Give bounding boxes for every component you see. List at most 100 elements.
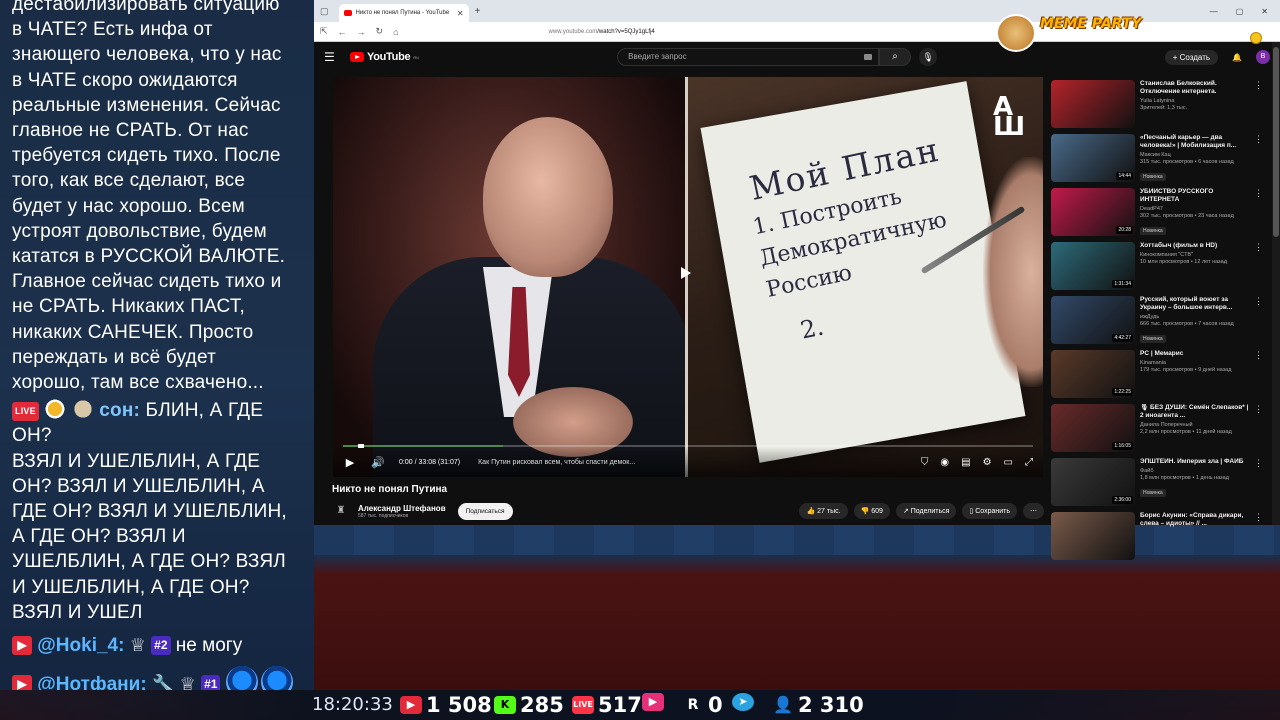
recommendation-thumbnail[interactable]: 1:22:25 (1051, 350, 1135, 398)
chat-username[interactable]: сон: (99, 400, 140, 421)
recommendation-item[interactable]: 2:36:00 ЭПШТЕЙН. Империя зла | ФАЙБ Файб… (1051, 458, 1266, 511)
recommendation-channel[interactable]: Данила Поперечный (1140, 422, 1250, 428)
recommendation-title[interactable]: Хоттабыч (фильм в HD) (1140, 242, 1250, 250)
recommendation-title[interactable]: Русский, который воюет за Украину – боль… (1140, 296, 1250, 312)
recommendation-thumbnail[interactable]: 14:44 (1051, 134, 1135, 182)
recommendation-item[interactable]: 1:22:25 PC | Мемарис Kinamania 179 тыс. … (1051, 350, 1266, 403)
recommendation-channel[interactable]: Кинокомпания "СТВ" (1140, 252, 1250, 258)
shield-icon[interactable]: ⛉ (921, 457, 929, 468)
like-button[interactable]: 👍 27 тыс. (799, 503, 848, 519)
recommendation-thumbnail[interactable] (1051, 512, 1135, 560)
recommendation-item[interactable]: Борис Акунин: «Справа дикари, слева – ид… (1051, 512, 1266, 565)
recommendation-info: Борис Акунин: «Справа дикари, слева – ид… (1140, 512, 1250, 565)
new-badge: Новинка (1140, 335, 1166, 343)
recommendation-title[interactable]: «Песчаный карьер — два человека!» | Моби… (1140, 134, 1250, 150)
recommendation-channel[interactable]: Файб (1140, 468, 1250, 474)
more-vert-icon[interactable]: ⋮ (1254, 296, 1263, 349)
recommendation-item[interactable]: 14:44 «Песчаный карьер — два человека!» … (1051, 134, 1266, 187)
recommendation-thumbnail[interactable] (1051, 80, 1135, 128)
more-vert-icon[interactable]: ⋮ (1254, 80, 1263, 133)
more-vert-icon[interactable]: ⋮ (1254, 458, 1263, 511)
chat-line: ВЗЯЛ И УШЕЛ (12, 601, 143, 623)
channel-avatar-icon[interactable]: ♜ (332, 502, 350, 520)
subscribe-button[interactable]: Подписаться (457, 502, 513, 520)
back-icon[interactable]: ← (338, 27, 347, 37)
sidebar-toggle-icon[interactable]: ⇱ (320, 26, 328, 37)
recommendation-channel[interactable]: ижДудь (1140, 314, 1250, 320)
volume-icon[interactable]: 🔊 (371, 456, 385, 469)
emote-icon (260, 666, 293, 690)
fullscreen-icon[interactable]: ⤢ (1025, 457, 1033, 468)
recommendation-meta: 2,2 млн просмотров • 11 дней назад (1140, 429, 1232, 435)
recommendation-item[interactable]: 1:16:05 🎙 БЕЗ ДУШИ: Семён Слепаков* | 2 … (1051, 404, 1266, 457)
recommendation-thumbnail[interactable]: 1:16:05 (1051, 404, 1135, 452)
center-play-icon[interactable] (681, 267, 691, 279)
recommendation-thumbnail[interactable]: 4:42:27 (1051, 296, 1135, 344)
recommendation-item[interactable]: 1:31:34 Хоттабыч (фильм в HD) Кинокомпан… (1051, 242, 1266, 295)
play-icon[interactable]: ▶ (343, 456, 357, 469)
recommendation-info: PC | Мемарис Kinamania 179 тыс. просмотр… (1140, 350, 1250, 403)
scrollbar-thumb[interactable] (1273, 47, 1279, 237)
recommendation-title[interactable]: 🎙 БЕЗ ДУШИ: Семён Слепаков* | 2 иноагент… (1140, 404, 1250, 420)
channel-watermark: А Ш (993, 92, 1026, 142)
channel-name[interactable]: Александр Штефанов (358, 504, 446, 513)
reload-icon[interactable]: ↻ (376, 26, 384, 37)
notifications-icon[interactable]: 🔔 (1232, 53, 1242, 62)
more-vert-icon[interactable]: ⋮ (1254, 512, 1263, 565)
recommendation-info: Хоттабыч (фильм в HD) Кинокомпания "СТВ"… (1140, 242, 1250, 295)
chat-line: А ГДЕ ОН? ВЗЯЛ И (12, 526, 186, 548)
wrench-icon: 🔧 (151, 674, 175, 690)
miniplayer-icon[interactable]: ▭ (1004, 457, 1013, 468)
recommendation-channel[interactable]: DeadP47 (1140, 206, 1250, 212)
subtitles-icon[interactable]: ▤ (961, 457, 970, 468)
home-icon[interactable]: ⌂ (393, 27, 398, 37)
recommendation-channel[interactable]: Yulia Latynina (1140, 98, 1250, 104)
browser-tab[interactable]: Никто не понял Путина - YouTube ✕ (338, 4, 469, 22)
more-vert-icon[interactable]: ⋮ (1254, 188, 1263, 241)
keyboard-icon[interactable] (864, 54, 873, 60)
recommendation-item[interactable]: 20:28 УБИЙСТВО РУССКОГО ИНТЕРНЕТА DeadP4… (1051, 188, 1266, 241)
share-button[interactable]: ↗ Поделиться (895, 503, 957, 519)
video-player[interactable]: Мой План 1. Построить Демократичную Росс… (333, 77, 1043, 477)
recommendation-title[interactable]: Борис Акунин: «Справа дикари, слева – ид… (1140, 512, 1250, 528)
microphone-icon[interactable]: 🎙 (919, 48, 938, 66)
forward-icon[interactable]: → (357, 27, 366, 37)
settings-icon[interactable]: ⚙ (983, 457, 992, 468)
url-field[interactable]: www.youtube.com/watch?v=5QJy1gLfj4 (549, 29, 655, 35)
youtube-icon: ▶ (400, 696, 422, 714)
search-input[interactable]: Введите запрос (617, 48, 880, 66)
more-vert-icon[interactable]: ⋮ (1254, 404, 1263, 457)
chat-message-long: дестабилизировать ситуацию в ЧАТЕ? Есть … (0, 0, 314, 395)
close-tab-icon[interactable]: ✕ (457, 9, 464, 18)
recommendation-channel[interactable]: Максим Кац (1140, 152, 1250, 158)
chat-username[interactable]: @Hoki_4: (37, 635, 124, 656)
search-button[interactable]: ⌕ (879, 48, 912, 66)
save-button[interactable]: ▯ Сохранить (962, 503, 1017, 519)
more-actions-button[interactable]: ⋯ (1023, 503, 1044, 519)
tab-list-icon[interactable]: ▢ (320, 6, 329, 17)
recommendation-item[interactable]: 4:42:27 Русский, который воюет за Украин… (1051, 296, 1266, 349)
autoplay-icon[interactable]: ◉ (940, 457, 949, 468)
browser-window: ▢ Никто не понял Путина - YouTube ✕ + — … (314, 0, 1280, 560)
chat-username[interactable]: @Нотфани: (37, 674, 146, 690)
recommendation-title[interactable]: PC | Мемарис (1140, 350, 1250, 358)
youtube-logo[interactable]: YouTube RU (350, 51, 419, 63)
recommendation-title[interactable]: ЭПШТЕЙН. Империя зла | ФАЙБ (1140, 458, 1250, 466)
menu-icon[interactable]: ☰ (324, 50, 342, 64)
recommendation-title[interactable]: Станислав Белковский. Отключение интерне… (1140, 80, 1250, 96)
recommendation-thumbnail[interactable]: 20:28 (1051, 188, 1135, 236)
more-vert-icon[interactable]: ⋮ (1254, 242, 1263, 295)
recommendation-thumbnail[interactable]: 1:31:34 (1051, 242, 1135, 290)
recommendation-thumbnail[interactable]: 2:36:00 (1051, 458, 1135, 506)
dislike-button[interactable]: 👎 609 (853, 503, 890, 519)
more-vert-icon[interactable]: ⋮ (1254, 134, 1263, 187)
recommendation-title[interactable]: УБИЙСТВО РУССКОГО ИНТЕРНЕТА (1140, 188, 1250, 204)
new-tab-button[interactable]: + (475, 6, 481, 17)
recommendation-info: Русский, который воюет за Украину – боль… (1140, 296, 1250, 349)
page-scrollbar[interactable] (1272, 42, 1280, 525)
avatar[interactable]: В (1256, 50, 1270, 64)
recommendation-channel[interactable]: Kinamania (1140, 360, 1250, 366)
more-vert-icon[interactable]: ⋮ (1254, 350, 1263, 403)
recommendation-item[interactable]: Станислав Белковский. Отключение интерне… (1051, 80, 1266, 133)
chapter-title[interactable]: Как Путин рисковал всем, чтобы спасти де… (478, 459, 635, 466)
